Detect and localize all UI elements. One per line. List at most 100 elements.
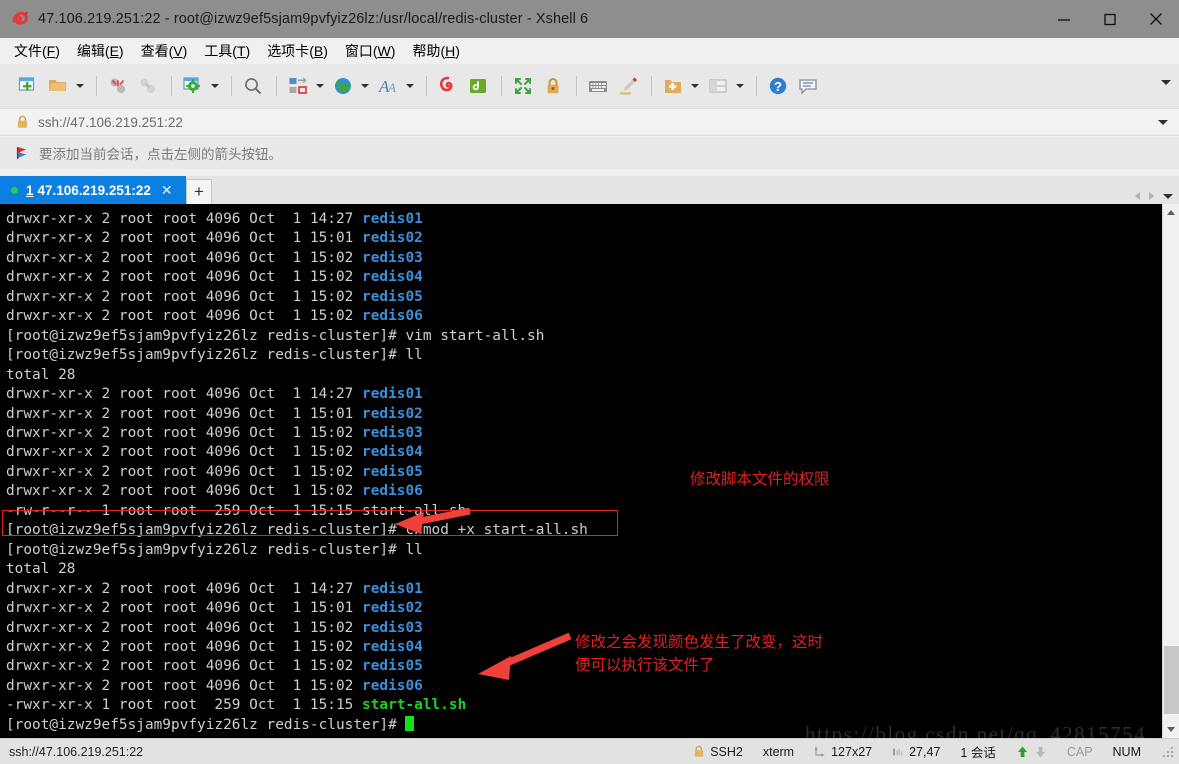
terminal-text: drwxr-xr-x 2 root root 4096 Oct 1 14:27 — [6, 211, 362, 227]
nav-right-icon[interactable] — [1149, 192, 1154, 200]
terminal-scrollbar[interactable] — [1162, 204, 1179, 738]
status-right-group: SSH2 xterm 127x27 — [693, 739, 1179, 764]
terminal-line: drwxr-xr-x 2 root root 4096 Oct 1 15:02 … — [6, 463, 1162, 482]
minimize-button[interactable] — [1041, 0, 1087, 38]
chevron-down-icon[interactable] — [1158, 120, 1168, 125]
terminal-line: drwxr-xr-x 2 root root 4096 Oct 1 15:02 … — [6, 288, 1162, 307]
folder-sync-icon[interactable] — [464, 72, 492, 100]
tab-close-icon[interactable]: ✕ — [161, 183, 173, 197]
directory-name: redis02 — [362, 406, 423, 422]
close-button[interactable] — [1133, 0, 1179, 38]
menu-tools[interactable]: 工具(T) — [204, 41, 250, 61]
directory-name: redis01 — [362, 581, 423, 597]
scroll-up-icon[interactable] — [1163, 204, 1179, 221]
menu-file[interactable]: 文件(F) — [14, 41, 60, 61]
new-session-icon[interactable] — [14, 72, 42, 100]
tab-index: 1 — [26, 183, 34, 198]
new-folder-dropdown-icon[interactable] — [689, 73, 700, 99]
tab-bar: 1 47.106.219.251:22 ✕ + — [0, 176, 1179, 204]
terminal-line: drwxr-xr-x 2 root root 4096 Oct 1 15:01 … — [6, 229, 1162, 248]
status-url: ssh://47.106.219.251:22 — [9, 745, 143, 759]
terminal-text: [root@izwz9ef5sjam9pvfyiz26lz redis-clus… — [6, 328, 544, 344]
tab-session-1[interactable]: 1 47.106.219.251:22 ✕ — [0, 176, 186, 204]
menu-help[interactable]: 帮助(H) — [412, 41, 459, 61]
keyboard-icon[interactable] — [584, 72, 612, 100]
help-icon[interactable]: ? — [764, 72, 792, 100]
scrollbar-thumb[interactable] — [1164, 646, 1179, 714]
terminal-text: drwxr-xr-x 2 root root 4096 Oct 1 15:01 — [6, 600, 362, 616]
disconnect-icon[interactable] — [104, 72, 132, 100]
menu-view[interactable]: 查看(V) — [141, 41, 188, 61]
terminal-line: drwxr-xr-x 2 root root 4096 Oct 1 14:27 … — [6, 580, 1162, 599]
menu-window[interactable]: 窗口(W) — [345, 41, 396, 61]
status-protocol: SSH2 — [693, 745, 743, 759]
toolbar-separator — [651, 76, 652, 96]
terminal-text: drwxr-xr-x 2 root root 4096 Oct 1 15:02 — [6, 678, 362, 694]
window-controls — [1041, 0, 1179, 38]
title-bar: 47.106.219.251:22 - root@izwz9ef5sjam9pv… — [0, 0, 1179, 38]
search-icon[interactable] — [239, 72, 267, 100]
menu-edit[interactable]: 编辑(E) — [77, 41, 124, 61]
nav-left-icon[interactable] — [1135, 192, 1140, 200]
open-folder-dropdown-icon[interactable] — [74, 73, 85, 99]
globe-icon[interactable] — [329, 72, 357, 100]
toolbar-separator — [231, 76, 232, 96]
toolbar: A A — [0, 64, 1179, 108]
terminal-text: [root@izwz9ef5sjam9pvfyiz26lz redis-clus… — [6, 542, 423, 558]
terminal-line: drwxr-xr-x 2 root root 4096 Oct 1 14:27 … — [6, 210, 1162, 229]
directory-name: redis05 — [362, 289, 423, 305]
font-icon[interactable]: A A — [374, 72, 402, 100]
layout-icon[interactable] — [704, 72, 732, 100]
hint-text: 要添加当前会话，点击左侧的箭头按钮。 — [39, 143, 282, 163]
transfer-file-dropdown-icon[interactable] — [314, 73, 325, 99]
directory-name: redis02 — [362, 600, 423, 616]
maximize-button[interactable] — [1087, 0, 1133, 38]
ssh-tunnel-icon[interactable] — [434, 72, 462, 100]
directory-name: redis05 — [362, 658, 423, 674]
terminal-area: drwxr-xr-x 2 root root 4096 Oct 1 14:27 … — [0, 204, 1179, 738]
session-properties-dropdown-icon[interactable] — [209, 73, 220, 99]
reconnect-icon[interactable] — [134, 72, 162, 100]
terminal-text: -rw-r--r-- 1 root root 259 Oct 1 15:15 s… — [6, 503, 466, 519]
toolbar-overflow-icon[interactable] — [1161, 80, 1171, 85]
connected-dot-icon — [11, 187, 18, 194]
open-folder-icon[interactable] — [44, 72, 72, 100]
toolbar-separator — [501, 76, 502, 96]
lock-icon[interactable] — [539, 72, 567, 100]
directory-name: redis05 — [362, 464, 423, 480]
transfer-file-icon[interactable] — [284, 72, 312, 100]
terminal-text: drwxr-xr-x 2 root root 4096 Oct 1 15:02 — [6, 444, 362, 460]
layout-dropdown-icon[interactable] — [734, 73, 745, 99]
new-tab-button[interactable]: + — [186, 179, 212, 204]
session-properties-icon[interactable] — [179, 72, 207, 100]
address-bar[interactable]: ssh://47.106.219.251:22 — [0, 108, 1179, 136]
globe-dropdown-icon[interactable] — [359, 73, 370, 99]
terminal-line: drwxr-xr-x 2 root root 4096 Oct 1 15:02 … — [6, 307, 1162, 326]
directory-name: redis03 — [362, 425, 423, 441]
terminal-text: total 28 — [6, 561, 75, 577]
terminal-line: -rw-r--r-- 1 root root 259 Oct 1 15:15 s… — [6, 502, 1162, 521]
font-dropdown-icon[interactable] — [404, 73, 415, 99]
cursor-position-icon — [892, 746, 904, 758]
toolbar-separator — [171, 76, 172, 96]
comment-icon[interactable] — [794, 72, 822, 100]
status-cursor-position: 27,47 — [892, 745, 940, 759]
terminal-text: [root@izwz9ef5sjam9pvfyiz26lz redis-clus… — [6, 347, 423, 363]
terminal-line: drwxr-xr-x 2 root root 4096 Oct 1 15:02 … — [6, 268, 1162, 287]
fullscreen-icon[interactable] — [509, 72, 537, 100]
new-folder-icon[interactable] — [659, 72, 687, 100]
nav-menu-icon[interactable] — [1163, 194, 1173, 199]
status-num: NUM — [1113, 745, 1141, 759]
scroll-down-icon[interactable] — [1163, 721, 1179, 738]
terminal-text: [root@izwz9ef5sjam9pvfyiz26lz redis-clus… — [6, 522, 588, 538]
highlight-pen-icon[interactable] — [614, 72, 642, 100]
terminal-text: drwxr-xr-x 2 root root 4096 Oct 1 14:27 — [6, 386, 362, 402]
terminal-text: -rwxr-xr-x 1 root root 259 Oct 1 15:15 — [6, 697, 362, 713]
terminal-line: [root@izwz9ef5sjam9pvfyiz26lz redis-clus… — [6, 346, 1162, 365]
terminal-text: drwxr-xr-x 2 root root 4096 Oct 1 15:02 — [6, 269, 362, 285]
terminal-text: drwxr-xr-x 2 root root 4096 Oct 1 15:02 — [6, 658, 362, 674]
status-sessions: 1 会话 — [960, 742, 995, 761]
xshell-window: 47.106.219.251:22 - root@izwz9ef5sjam9pv… — [0, 0, 1179, 764]
resize-grip[interactable] — [1161, 745, 1175, 759]
menu-tabs[interactable]: 选项卡(B) — [267, 41, 328, 61]
